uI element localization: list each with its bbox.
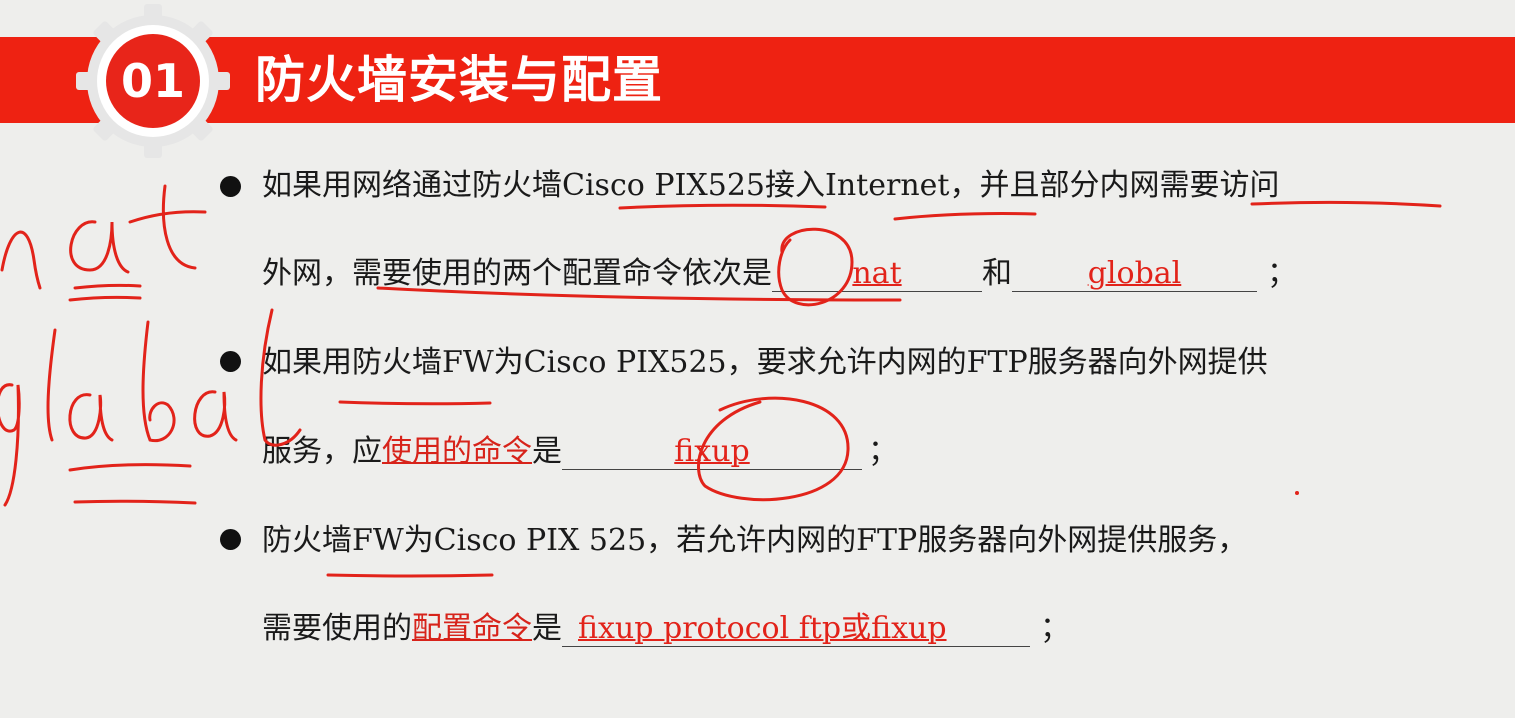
answer-fixup: fixup [674, 434, 750, 469]
page-title: 防火墙安装与配置 [255, 51, 663, 109]
answer-blank-4: fixup protocol ftp或fixup [562, 612, 1030, 647]
item-1-text: 外网，需要使用的两个配置命令依次是 [262, 256, 772, 291]
badge-number: 01 [120, 54, 185, 108]
hw-nat-a [69, 220, 130, 274]
item-2-line-1: 如果用防火墙FW为Cisco PIX525，要求允许内网的FTP服务器向外网提供 [262, 345, 1268, 380]
underline-intranet [1250, 200, 1442, 208]
item-3-marked-text: 配置命令 [412, 611, 532, 646]
item-1-end: ； [1267, 256, 1297, 291]
item-2-end: ； [868, 434, 898, 469]
item-1-line-2: 外网，需要使用的两个配置命令依次是 nat 和 global ； [262, 254, 1297, 294]
item-1-conj: 和 [982, 256, 1012, 291]
item-2-text-post: 是 [532, 434, 562, 469]
item-2-marked-text: 使用的命令 [382, 434, 532, 469]
answer-blank-2: global [1012, 257, 1257, 292]
answer-blank-3: fixup [562, 435, 862, 470]
hw-nat-t [128, 184, 207, 270]
item-3-line-2: 需要使用的配置命令是 fixup protocol ftp或fixup ； [262, 609, 1070, 649]
hw-global-a2 [193, 390, 238, 442]
answer-nat: nat [852, 256, 902, 291]
hw-global-g [0, 383, 21, 507]
item-3-end: ； [1040, 611, 1070, 646]
answer-blank-1: nat [772, 257, 982, 292]
underline-internet [893, 212, 1037, 221]
item-1-line-1: 如果用网络通过防火墙Cisco PIX525接入Internet，并且部分内网需… [262, 168, 1280, 203]
hw-nat-underline-2 [68, 295, 142, 302]
item-3-text-pre: 需要使用的 [262, 611, 412, 646]
hw-nat-underline-1 [73, 283, 142, 290]
hw-nat-n [0, 230, 42, 290]
answer-global: global [1087, 256, 1182, 291]
underline-use-firewall [338, 400, 492, 406]
bullet-1 [220, 176, 241, 197]
bullet-3 [220, 529, 241, 550]
hw-global-underline-2 [73, 499, 197, 505]
item-3-text-post: 是 [532, 611, 562, 646]
item-3-line-1: 防火墙FW为Cisco PIX 525，若允许内网的FTP服务器向外网提供服务， [262, 523, 1248, 558]
underline-fw [326, 573, 494, 578]
ink-dot [1295, 491, 1299, 495]
answer-fixup-protocol: fixup protocol ftp或fixup [578, 611, 947, 646]
gear-badge: 01 [74, 2, 232, 160]
item-2-line-2: 服务，应使用的命令是 fixup ； [262, 432, 898, 472]
hw-global-b [141, 320, 176, 443]
hw-global-a [68, 393, 114, 442]
hw-global-underline-1 [68, 463, 192, 472]
item-2-text-pre: 服务，应 [262, 434, 382, 469]
bullet-2 [220, 351, 241, 372]
hw-global-l [46, 328, 57, 442]
